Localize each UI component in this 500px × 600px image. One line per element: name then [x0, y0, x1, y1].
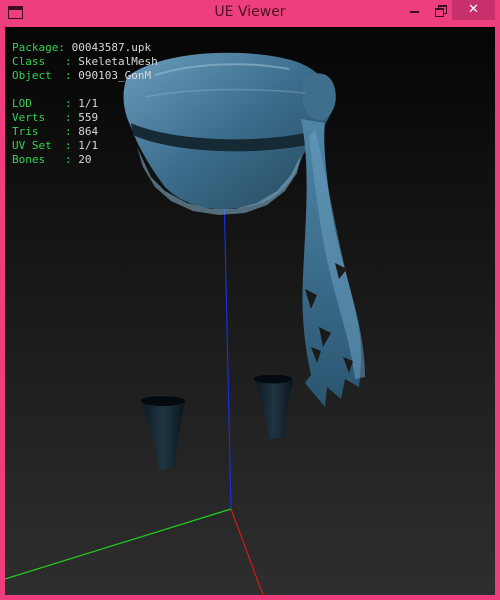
app-window: UE Viewer ✕ Package: 00043587.upk Class …: [0, 0, 500, 600]
close-button[interactable]: ✕: [452, 0, 495, 20]
stat-row-lod: LOD : 1/1: [12, 97, 99, 110]
stat-row-tris: Tris : 864: [12, 125, 99, 138]
stat-row-bones: Bones : 20: [12, 153, 92, 166]
info-row-object: Object : 090103_GonM: [12, 69, 152, 82]
stat-row-uvset: UV Set : 1/1: [12, 139, 99, 152]
title-bar[interactable]: UE Viewer ✕: [5, 0, 495, 27]
axis-y-line: [5, 508, 232, 580]
minimize-button[interactable]: [401, 0, 427, 20]
stat-row-verts: Verts : 559: [12, 111, 99, 124]
3d-viewport[interactable]: Package: 00043587.upk Class : SkeletalMe…: [5, 27, 495, 595]
info-row-class: Class : SkeletalMesh: [12, 55, 158, 68]
headband-tails: [301, 119, 365, 407]
restore-button[interactable]: [427, 0, 453, 20]
mesh-info-overlay: Package: 00043587.upk Class : SkeletalMe…: [12, 41, 158, 167]
left-boot-mesh: [141, 395, 185, 471]
axis-x-line: [230, 508, 264, 595]
info-row-package: Package: 00043587.upk: [12, 41, 152, 54]
minimize-icon: [409, 11, 419, 13]
close-icon: ✕: [468, 2, 479, 17]
right-boot-mesh: [254, 373, 293, 439]
